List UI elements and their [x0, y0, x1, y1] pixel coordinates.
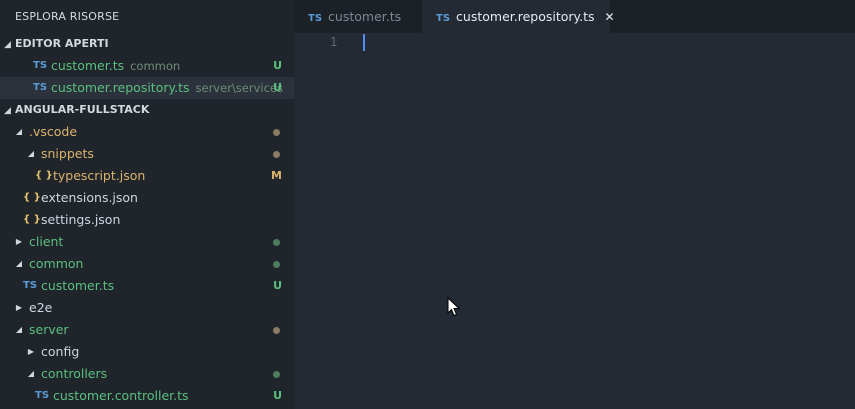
close-icon[interactable]: ✕ [605, 1, 619, 34]
file-name: typescript.json [53, 168, 146, 183]
modified-dot-icon [273, 129, 280, 136]
line-number: 1 [330, 35, 338, 49]
tab-label: customer.ts [328, 9, 402, 24]
chevron-down-icon: ◢ [15, 259, 23, 268]
git-status-badge: U [273, 279, 282, 292]
typescript-file-icon: TS [33, 60, 48, 71]
code-editor[interactable]: 1 [294, 33, 855, 409]
open-editor-item-customer-ts[interactable]: TS customer.ts common U [0, 55, 294, 77]
folder-name: config [41, 344, 80, 359]
editor-tab-bar: TS customer.ts TS customer.repository.ts ✕ [294, 0, 855, 33]
chevron-right-icon: ▶ [15, 237, 23, 246]
typescript-file-icon: TS [436, 13, 451, 24]
tree-item-vscode-folder[interactable]: ◢ .vscode [0, 121, 294, 143]
tree-item-typescript-json[interactable]: { } typescript.json M [0, 165, 294, 187]
tree-item-settings-json[interactable]: { } settings.json [0, 209, 294, 231]
file-name: extensions.json [41, 190, 138, 205]
tree-item-controllers-folder[interactable]: ◢ controllers [0, 363, 294, 385]
folder-name: client [29, 234, 64, 249]
tree-item-customer-controller-ts[interactable]: TS customer.controller.ts U [0, 385, 294, 407]
tab-customer-repository-ts[interactable]: TS customer.repository.ts ✕ [422, 0, 615, 33]
open-editors-header[interactable]: ◢ EDITOR APERTI [0, 33, 294, 55]
open-editor-item-customer-repository-ts[interactable]: TS customer.repository.ts server\services… [0, 77, 294, 99]
folder-name: e2e [29, 300, 53, 315]
chevron-down-icon: ◢ [15, 325, 23, 334]
explorer-title: ESPLORA RISORSE [15, 10, 120, 23]
tree-item-snippets-folder[interactable]: ◢ snippets [0, 143, 294, 165]
text-cursor [363, 34, 365, 51]
file-path-description: server\services [195, 81, 283, 95]
json-file-icon: { } [23, 214, 41, 225]
file-name: customer.repository.ts [51, 80, 190, 95]
git-status-badge: U [273, 59, 282, 72]
untracked-dot-icon [273, 371, 280, 378]
chevron-right-icon: ▶ [27, 347, 35, 356]
file-name: settings.json [41, 212, 121, 227]
project-label: ANGULAR-FULLSTACK [15, 103, 150, 116]
typescript-file-icon: TS [33, 82, 48, 93]
tree-item-e2e-folder[interactable]: ▶ e2e [0, 297, 294, 319]
explorer-sidebar: ESPLORA RISORSE ◢ EDITOR APERTI TS custom… [0, 0, 294, 409]
chevron-down-icon: ◢ [27, 149, 35, 158]
git-status-badge: U [273, 81, 282, 94]
tree-item-extensions-json[interactable]: { } extensions.json [0, 187, 294, 209]
project-header[interactable]: ◢ ANGULAR-FULLSTACK [0, 99, 294, 121]
mouse-pointer-icon [447, 297, 461, 317]
tree-item-config-folder[interactable]: ▶ config [0, 341, 294, 363]
modified-dot-icon [273, 327, 280, 334]
file-path-description: common [130, 59, 181, 73]
untracked-dot-icon [273, 239, 280, 246]
json-file-icon: { } [23, 192, 41, 203]
folder-name: .vscode [29, 124, 78, 139]
file-name: customer.controller.ts [53, 388, 189, 403]
json-file-icon: { } [35, 170, 53, 181]
tree-item-server-folder[interactable]: ◢ server [0, 319, 294, 341]
typescript-file-icon: TS [23, 280, 38, 291]
git-status-badge: U [273, 389, 282, 402]
untracked-dot-icon [273, 261, 280, 268]
chevron-down-icon: ◢ [27, 369, 35, 378]
tab-customer-ts[interactable]: TS customer.ts [294, 0, 419, 33]
open-editors-label: EDITOR APERTI [15, 37, 109, 50]
typescript-file-icon: TS [35, 390, 50, 401]
folder-name: snippets [41, 146, 94, 161]
chevron-down-icon: ◢ [4, 40, 11, 50]
tab-label: customer.repository.ts [456, 9, 595, 24]
file-name: customer.ts [51, 58, 125, 73]
file-name: customer.ts [41, 278, 115, 293]
folder-name: common [29, 256, 84, 271]
folder-name: server [29, 322, 69, 337]
chevron-down-icon: ◢ [15, 127, 23, 136]
folder-name: controllers [41, 366, 108, 381]
tree-item-common-folder[interactable]: ◢ common [0, 253, 294, 275]
tree-item-common-customer-ts[interactable]: TS customer.ts U [0, 275, 294, 297]
chevron-right-icon: ▶ [15, 303, 23, 312]
modified-dot-icon [273, 151, 280, 158]
typescript-file-icon: TS [308, 13, 323, 24]
tree-item-client-folder[interactable]: ▶ client [0, 231, 294, 253]
git-status-badge: M [271, 169, 282, 182]
chevron-down-icon: ◢ [4, 106, 11, 116]
